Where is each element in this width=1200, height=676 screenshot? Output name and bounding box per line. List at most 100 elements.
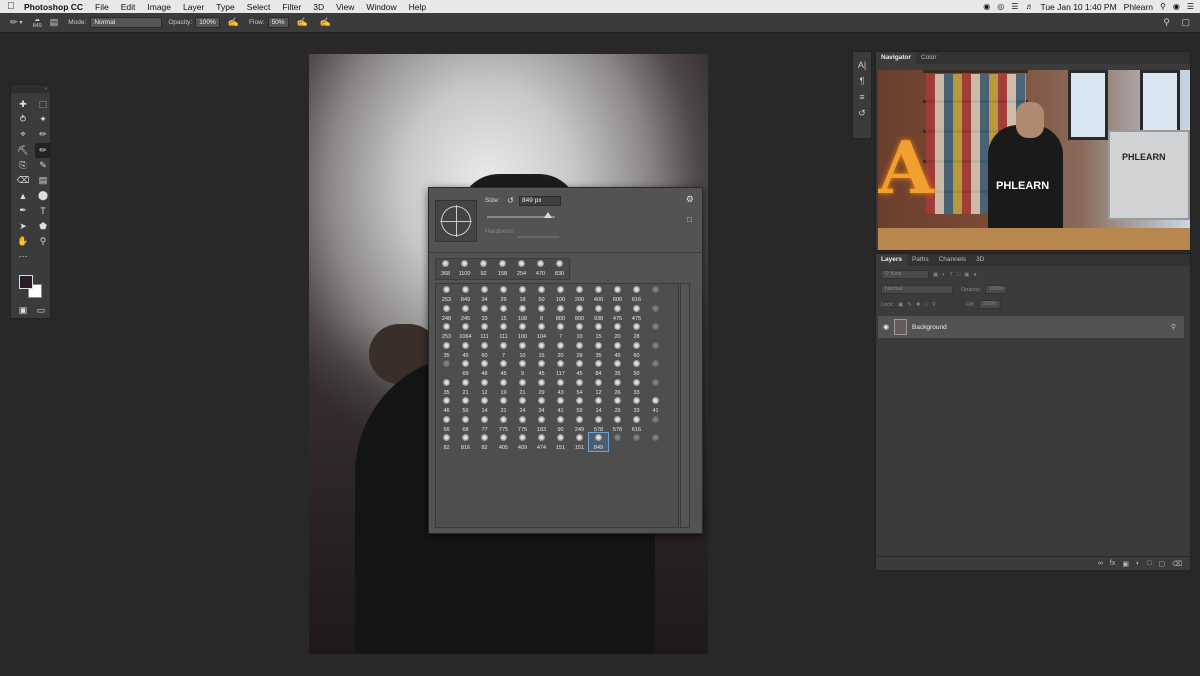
menu-select[interactable]: Select — [241, 2, 277, 12]
size-field[interactable]: 849 px — [519, 196, 561, 206]
brush-preset[interactable]: 10 — [570, 322, 589, 340]
brush-preset[interactable]: 21 — [456, 378, 475, 396]
brush-preset[interactable]: 20 — [551, 341, 570, 359]
brush-preset[interactable]: 100 — [513, 322, 532, 340]
brush-preset[interactable]: 26 — [608, 378, 627, 396]
blur-tool-icon[interactable]: ▲ — [15, 188, 31, 203]
brush-preset[interactable]: 45 — [532, 359, 551, 377]
mode-select[interactable]: Normal — [90, 17, 163, 28]
reset-size-icon[interactable]: ↺ — [507, 196, 514, 205]
opacity-field[interactable]: 100% — [195, 17, 220, 28]
brush-preset[interactable]: 151 — [570, 433, 589, 451]
foreground-color-swatch[interactable] — [19, 275, 33, 289]
brush-preset[interactable]: 12 — [589, 378, 608, 396]
eraser-tool-icon[interactable]: ⌫ — [15, 173, 31, 188]
brush-preset[interactable] — [437, 359, 456, 377]
brush-preset[interactable]: 800 — [570, 304, 589, 322]
brush-preset[interactable]: 616 — [627, 285, 646, 303]
brush-preset[interactable] — [646, 415, 665, 433]
brush-preset[interactable] — [646, 341, 665, 359]
menu-edit[interactable]: Edit — [115, 2, 142, 12]
brush-preset[interactable]: 117 — [551, 359, 570, 377]
tab-3d[interactable]: 3D — [971, 254, 989, 266]
pressure-size-icon[interactable]: ✍ — [320, 17, 331, 28]
tab-color[interactable]: Color — [916, 52, 942, 64]
paragraph-panel-icon[interactable]: ¶ — [860, 76, 865, 86]
brush-preset[interactable]: 54 — [570, 378, 589, 396]
brush-preset[interactable]: 33 — [475, 304, 494, 322]
brush-preset[interactable]: 84 — [589, 359, 608, 377]
pen-tool-icon[interactable]: ✒ — [15, 203, 31, 218]
crop-tool-icon[interactable]: ⌖ — [15, 127, 31, 142]
brush-preset[interactable]: 475 — [608, 304, 627, 322]
brush-preset[interactable]: 158 — [493, 259, 512, 277]
brush-preset[interactable]: 104 — [532, 322, 551, 340]
menu-window[interactable]: Window — [360, 2, 402, 12]
brush-preset[interactable]: 43 — [551, 378, 570, 396]
brush-preset[interactable]: 9 — [513, 359, 532, 377]
screen-mode-icon[interactable]: ▭ — [33, 303, 49, 318]
brush-preset[interactable]: 470 — [531, 259, 550, 277]
apple-icon[interactable]:  — [0, 1, 22, 12]
pressure-opacity-icon[interactable]: ✍ — [228, 17, 239, 28]
tab-navigator[interactable]: Navigator — [876, 52, 916, 64]
menu-layer[interactable]: Layer — [177, 2, 210, 12]
hand-tool-icon[interactable]: ✋ — [15, 234, 31, 249]
brush-preset[interactable]: 21 — [513, 378, 532, 396]
workspace-icon[interactable]: ▢ — [1181, 17, 1190, 28]
hardness-slider[interactable] — [517, 236, 559, 238]
brush-preset[interactable]: 48 — [475, 359, 494, 377]
link-layers-icon[interactable]: ∞ — [1098, 560, 1103, 567]
shape-filter-icon[interactable]: □ — [957, 272, 960, 278]
adjustment-layer-icon[interactable]: ◐ — [1136, 560, 1140, 567]
brush-preset[interactable]: 45 — [608, 341, 627, 359]
brush-preset[interactable]: 56 — [456, 396, 475, 414]
brush-preset[interactable]: 111 — [494, 322, 513, 340]
brush-preset[interactable]: 45 — [494, 359, 513, 377]
brush-preset[interactable]: 82 — [437, 433, 456, 451]
marquee-tool-icon[interactable]: ⬚ — [35, 97, 51, 112]
layer-opacity-field[interactable]: 100% — [985, 285, 1008, 294]
eye-icon[interactable]: ◉ — [878, 323, 894, 331]
brush-preset[interactable]: 409 — [513, 433, 532, 451]
brush-preset[interactable]: 24 — [513, 396, 532, 414]
navigator-preview[interactable]: A PHLEARN PHLEARN — [878, 70, 1190, 250]
notification-icon[interactable]: ☰ — [1187, 2, 1194, 11]
brush-preset[interactable]: 29 — [532, 378, 551, 396]
lock-pixels-icon[interactable]: ✎ — [907, 302, 912, 308]
menu-file[interactable]: File — [89, 2, 115, 12]
lasso-tool-icon[interactable]: ⥁ — [15, 112, 31, 127]
lock-all-icon[interactable]: ⚲ — [932, 302, 936, 308]
brush-preset[interactable] — [646, 433, 665, 451]
brush-preset[interactable]: 68 — [456, 415, 475, 433]
status-icon[interactable]: ◎ — [997, 2, 1004, 11]
brush-preset[interactable]: 50 — [627, 359, 646, 377]
user-name[interactable]: Phlearn — [1124, 2, 1153, 12]
new-preset-icon[interactable]: □ — [687, 215, 692, 224]
filter-toggle-icon[interactable]: ● — [973, 272, 976, 278]
add-mask-icon[interactable]: ▣ — [1122, 560, 1129, 568]
airbrush-icon[interactable]: ✍ — [297, 17, 308, 28]
brush-preset[interactable]: 15 — [589, 322, 608, 340]
brush-preset[interactable]: 28 — [570, 341, 589, 359]
layer-row-background[interactable]: ◉ Background ⚲ — [878, 316, 1184, 338]
brush-preset[interactable]: 616 — [627, 415, 646, 433]
brush-preset[interactable]: 35 — [608, 359, 627, 377]
kind-filter[interactable]: ⚲ Kind — [881, 270, 929, 279]
brush-preset[interactable]: 368 — [436, 259, 455, 277]
zoom-tool-icon[interactable]: ⚲ — [35, 234, 51, 249]
brush-preset[interactable]: 35 — [437, 341, 456, 359]
menu-help[interactable]: Help — [403, 2, 432, 12]
tab-layers[interactable]: Layers — [876, 254, 907, 266]
group-icon[interactable]: □ — [1147, 560, 1151, 567]
brush-preset[interactable]: 245 — [456, 304, 475, 322]
brush-preset[interactable]: 183 — [532, 415, 551, 433]
history-brush-tool-icon[interactable]: ✎ — [35, 158, 51, 173]
lock-position-icon[interactable]: ✚ — [916, 302, 921, 308]
adjustment-filter-icon[interactable]: ◐ — [942, 272, 945, 278]
brush-preset[interactable]: 10 — [513, 341, 532, 359]
menu-image[interactable]: Image — [141, 2, 177, 12]
brush-grid-scrollbar[interactable] — [680, 283, 690, 528]
brush-preset[interactable]: 816 — [456, 433, 475, 451]
pixel-filter-icon[interactable]: ▣ — [933, 272, 938, 278]
